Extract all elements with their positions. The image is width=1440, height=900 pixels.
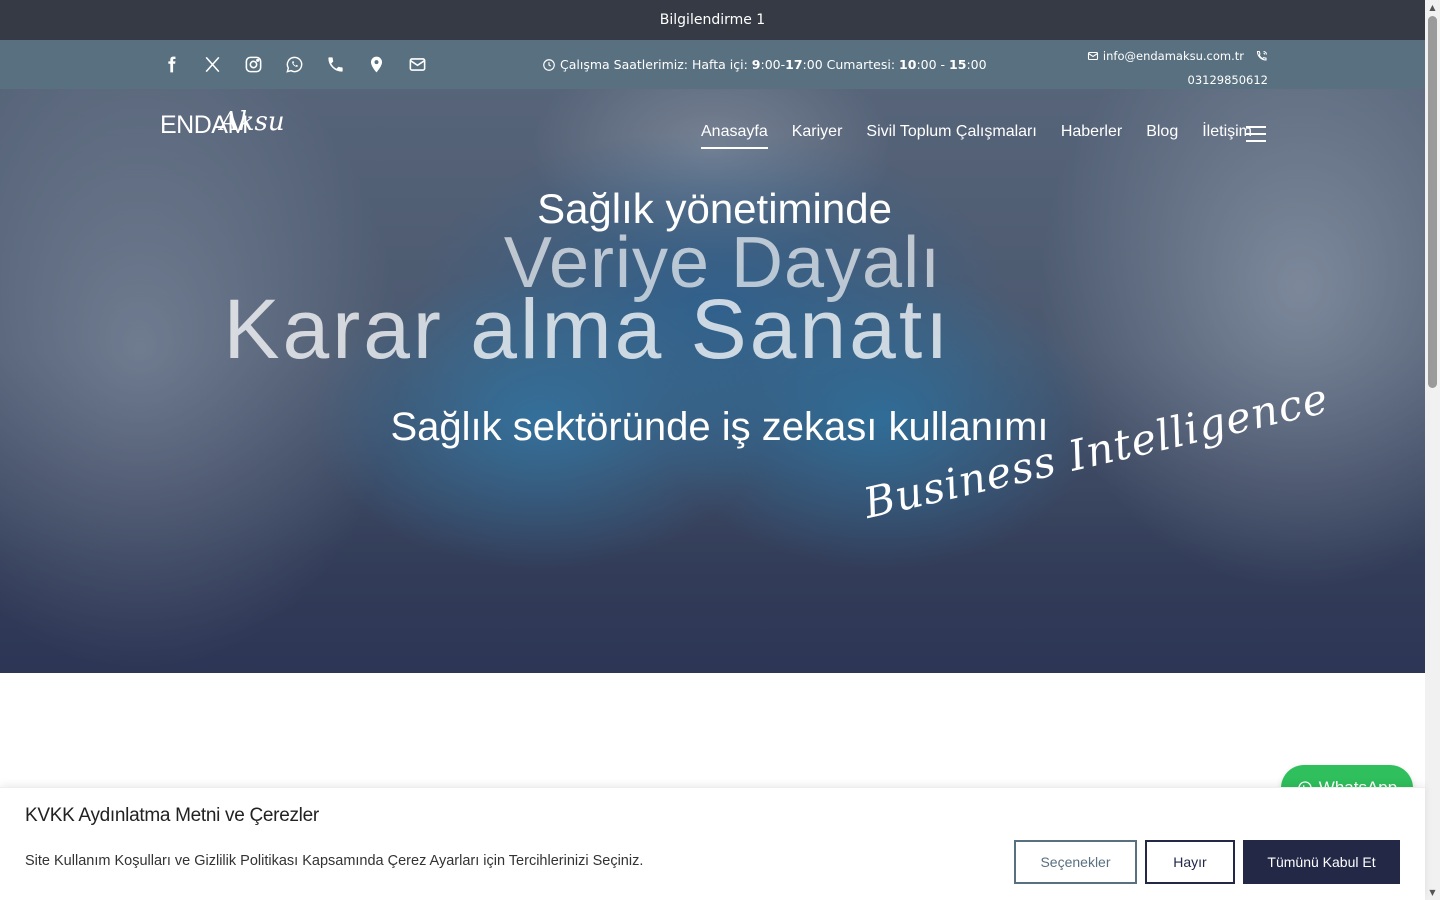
envelope-small-icon (1087, 51, 1098, 61)
cookie-title: KVKK Aydınlatma Metni ve Çerezler (25, 805, 319, 826)
announcement-bar: Bilgilendirme 1 (0, 0, 1425, 40)
nav-item-haberler[interactable]: Haberler (1061, 123, 1122, 149)
announcement-text: Bilgilendirme 1 (659, 12, 766, 28)
hero-overlay (0, 89, 1425, 673)
working-hours: Çalışma Saatlerimiz: Hafta içi: 9:00-17:… (542, 40, 987, 89)
hours-prefix: Çalışma Saatlerimiz: Hafta içi: (560, 57, 748, 72)
logo-script: Aksu (220, 107, 285, 137)
map-pin-icon[interactable] (365, 53, 388, 76)
social-links (160, 40, 429, 89)
facebook-icon[interactable] (160, 53, 183, 76)
main-nav: Anasayfa Kariyer Sivil Toplum Çalışmalar… (701, 123, 1252, 149)
site-logo[interactable]: ENDAM Aksu (160, 99, 310, 169)
top-info-bar: Çalışma Saatlerimiz: Hafta içi: 9:00-17:… (0, 40, 1425, 89)
nav-item-anasayfa[interactable]: Anasayfa (701, 123, 768, 149)
x-twitter-icon[interactable] (201, 53, 224, 76)
contact-email[interactable]: info@endamaksu.com.tr (1103, 44, 1244, 68)
phone-icon[interactable] (324, 53, 347, 76)
hero-line-3: Karar alma Sanatı (223, 282, 952, 376)
scrollbar-thumb[interactable] (1428, 16, 1437, 388)
nav-item-blog[interactable]: Blog (1146, 123, 1178, 149)
hero-banner: ENDAM Aksu Anasayfa Kariyer Sivil Toplum… (0, 89, 1425, 673)
nav-item-iletisim[interactable]: İletişim (1202, 123, 1252, 149)
cookie-options-button[interactable]: Seçenekler (1014, 840, 1137, 884)
cookie-consent-panel: KVKK Aydınlatma Metni ve Çerezler Site K… (0, 787, 1425, 900)
nav-item-kariyer[interactable]: Kariyer (792, 123, 843, 149)
instagram-icon[interactable] (242, 53, 265, 76)
cookie-description: Site Kullanım Koşulları ve Gizlilik Poli… (25, 853, 644, 869)
clock-icon (543, 58, 555, 71)
whatsapp-icon[interactable] (283, 53, 306, 76)
scroll-up-arrow-icon[interactable]: ▲ (1428, 3, 1437, 12)
hours-times: 9:00-17:00 Cumartesi: 10:00 - 15:00 (751, 57, 987, 72)
scroll-down-arrow-icon[interactable]: ▼ (1428, 888, 1437, 897)
cookie-accept-all-button[interactable]: Tümünü Kabul Et (1243, 840, 1400, 884)
envelope-icon[interactable] (406, 53, 429, 76)
contact-info: info@endamaksu.com.tr 03129850612 (1087, 44, 1268, 92)
page-scrollbar[interactable]: ▲ ▼ (1425, 0, 1440, 900)
nav-item-sivil-toplum[interactable]: Sivil Toplum Çalışmaları (866, 123, 1036, 149)
cookie-reject-button[interactable]: Hayır (1145, 840, 1235, 884)
page: Bilgilendirme 1 Çalışma Saatlerimiz: Haf… (0, 0, 1440, 900)
hamburger-menu-icon[interactable] (1246, 126, 1266, 142)
phone-call-icon (1256, 50, 1268, 61)
